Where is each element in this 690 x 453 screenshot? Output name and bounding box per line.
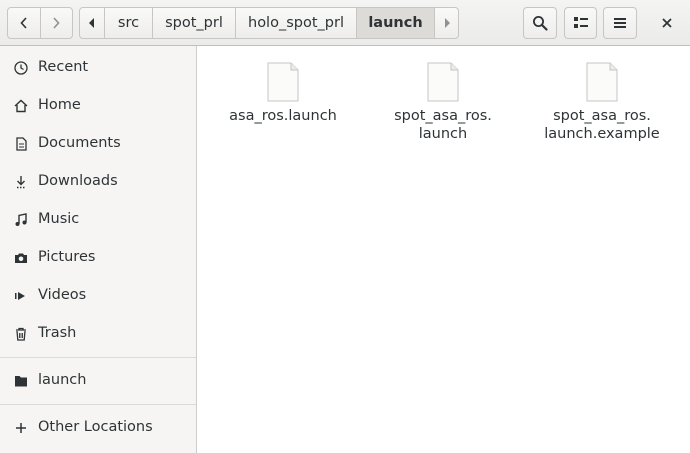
- file-name-line: spot_asa_ros.: [553, 108, 651, 124]
- sidebar-item-label: Downloads: [38, 173, 118, 189]
- sidebar-item-home[interactable]: Home: [0, 88, 196, 124]
- sidebar-item-other-locations[interactable]: Other Locations: [0, 410, 196, 446]
- sidebar-separator: [0, 357, 196, 358]
- sidebar-item-label: Recent: [38, 59, 89, 75]
- file-name-line: spot_asa_ros.: [394, 108, 492, 124]
- videos-icon: [15, 292, 25, 300]
- path-segment-spot-prl[interactable]: spot_prl: [152, 8, 235, 38]
- main-menu-button[interactable]: [603, 7, 637, 39]
- sidebar-item-label: Music: [38, 211, 80, 227]
- sidebar-item-documents[interactable]: Documents: [0, 126, 196, 162]
- recent-clock-icon: [14, 61, 28, 75]
- go-next-icon: [53, 17, 61, 29]
- places-sidebar: Recent Home Documents Downloads Music Pi…: [0, 46, 197, 453]
- file-name-line: asa_ros.launch: [229, 108, 337, 124]
- close-window-button[interactable]: [652, 7, 682, 39]
- sidebar-item-label: Pictures: [38, 249, 96, 265]
- path-scroll-left-button[interactable]: [80, 8, 104, 38]
- trash-icon: [16, 327, 26, 341]
- sidebar-item-label: Home: [38, 97, 81, 113]
- path-segment-launch[interactable]: launch: [356, 8, 434, 38]
- path-scroll-right-button[interactable]: [434, 8, 458, 38]
- home-icon: [14, 99, 28, 113]
- hamburger-menu-icon: [614, 18, 626, 28]
- files-icon-view: asa_ros.launch spot_asa_ros. launch spot…: [198, 46, 690, 453]
- header-bar: src spot_prl holo_spot_prl launch: [0, 0, 690, 46]
- pan-end-icon: [444, 18, 450, 28]
- sidebar-item-label: Documents: [38, 135, 121, 151]
- file-name: spot_asa_ros. launch.example: [527, 107, 677, 143]
- downloads-icon: [17, 176, 25, 189]
- pictures-camera-icon: [15, 253, 27, 263]
- file-item[interactable]: spot_asa_ros. launch.example: [527, 46, 677, 156]
- history-navigation: [7, 7, 73, 39]
- search-button[interactable]: [523, 7, 557, 39]
- sidebar-item-trash[interactable]: Trash: [0, 316, 196, 352]
- file-name-line: launch.example: [544, 126, 660, 142]
- sidebar-item-recent[interactable]: Recent: [0, 50, 196, 86]
- sidebar-item-videos[interactable]: Videos: [0, 278, 196, 314]
- file-name: asa_ros.launch: [208, 107, 358, 125]
- search-icon: [533, 16, 548, 31]
- path-segment-holo-spot-prl[interactable]: holo_spot_prl: [235, 8, 356, 38]
- documents-icon: [16, 137, 27, 151]
- sidebar-item-label: Videos: [38, 287, 87, 303]
- go-previous-icon: [20, 17, 27, 29]
- sidebar-item-pictures[interactable]: Pictures: [0, 240, 196, 276]
- file-name: spot_asa_ros. launch: [368, 107, 518, 143]
- back-button[interactable]: [8, 8, 40, 38]
- close-icon: [662, 18, 672, 28]
- path-segment-src[interactable]: src: [104, 8, 152, 38]
- list-view-icon: [573, 17, 588, 28]
- sidebar-item-label: Trash: [38, 325, 77, 341]
- forward-button[interactable]: [39, 8, 72, 38]
- pan-start-icon: [89, 18, 94, 28]
- sidebar-item-downloads[interactable]: Downloads: [0, 164, 196, 200]
- sidebar-bookmark-launch[interactable]: launch: [0, 363, 196, 399]
- text-file-icon: [267, 62, 299, 102]
- file-item[interactable]: spot_asa_ros. launch: [368, 46, 518, 156]
- view-mode-button[interactable]: [564, 7, 597, 39]
- sidebar-separator: [0, 404, 196, 405]
- text-file-icon: [427, 62, 459, 102]
- sidebar-item-music[interactable]: Music: [0, 202, 196, 238]
- file-item[interactable]: asa_ros.launch: [208, 46, 358, 136]
- folder-icon: [15, 376, 27, 387]
- path-bar: src spot_prl holo_spot_prl launch: [79, 7, 459, 39]
- file-name-line: launch: [418, 126, 468, 142]
- sidebar-item-label: launch: [38, 372, 87, 388]
- text-file-icon: [586, 62, 618, 102]
- sidebar-item-label: Other Locations: [38, 419, 153, 435]
- music-icon: [15, 213, 27, 226]
- plus-icon: [16, 423, 26, 433]
